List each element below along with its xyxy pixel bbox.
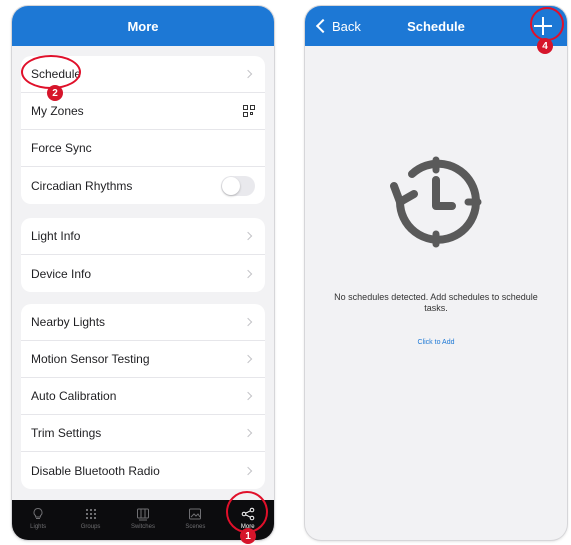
menu-item-label: Light Info — [31, 229, 81, 243]
chevron-right-icon — [243, 317, 253, 327]
page-title: More — [127, 18, 159, 34]
menu-item-label: Circadian Rhythms — [31, 178, 133, 193]
menu-item-nearby-lights[interactable]: Nearby Lights — [21, 304, 265, 341]
tab-label: Switches — [130, 523, 155, 530]
tab-label: Scenes — [185, 523, 206, 530]
menu-item-label: Device Info — [31, 266, 92, 281]
chevron-right-icon — [243, 391, 253, 401]
menu-item-force-sync[interactable]: Force Sync — [21, 130, 265, 167]
chevron-right-icon — [243, 428, 253, 438]
settings-group-2: Light Info Device Info — [21, 218, 265, 292]
annotation-ring-schedule — [21, 55, 81, 89]
settings-group-3: Nearby Lights Motion Sensor Testing Auto… — [21, 304, 265, 489]
chevron-right-icon — [243, 269, 253, 278]
back-label: Back — [332, 18, 361, 34]
chevron-right-icon — [243, 69, 253, 79]
annotation-ring-add — [530, 7, 564, 41]
chevron-left-icon — [315, 18, 331, 34]
annotation-badge-1: 1 — [240, 528, 256, 544]
menu-item-motion-sensor-testing[interactable]: Motion Sensor Testing — [21, 341, 265, 378]
tab-switches[interactable]: Switches — [120, 507, 166, 530]
menu-item-label: My Zones — [31, 104, 84, 118]
header-bar: More — [12, 6, 274, 46]
chevron-right-icon — [243, 466, 253, 475]
schedule-screen: Back Schedule No schedules detected. Add… — [305, 6, 567, 540]
tab-lights[interactable]: Lights — [15, 507, 61, 530]
tab-label: Lights — [30, 523, 47, 530]
scenes-icon — [189, 508, 202, 519]
menu-item-circadian-rhythms: Circadian Rhythms — [21, 167, 265, 204]
menu-item-label: Trim Settings — [31, 426, 102, 440]
tab-scenes[interactable]: Scenes — [172, 507, 218, 530]
qr-code-icon[interactable] — [243, 105, 255, 117]
menu-item-label: Nearby Lights — [31, 315, 106, 329]
menu-item-light-info[interactable]: Light Info — [21, 218, 265, 255]
circadian-toggle[interactable] — [221, 175, 255, 196]
tab-groups[interactable]: Groups — [68, 507, 114, 530]
chevron-right-icon — [243, 354, 253, 364]
menu-item-trim-settings[interactable]: Trim Settings — [21, 415, 265, 452]
click-to-add-link[interactable]: Click to Add — [305, 339, 567, 346]
menu-item-auto-calibration[interactable]: Auto Calibration — [21, 378, 265, 415]
menu-item-label: Auto Calibration — [31, 389, 117, 403]
bulb-icon — [33, 507, 43, 519]
page-title: Schedule — [407, 18, 465, 34]
groups-icon — [85, 508, 96, 519]
back-button[interactable]: Back — [315, 6, 361, 46]
menu-item-disable-bluetooth-radio[interactable]: Disable Bluetooth Radio — [21, 452, 265, 489]
header-bar: Back Schedule — [305, 6, 567, 46]
annotation-badge-4: 4 — [537, 38, 553, 54]
empty-message: No schedules detected. Add schedules to … — [334, 292, 538, 313]
empty-state: No schedules detected. Add schedules to … — [305, 46, 567, 540]
switches-icon — [136, 508, 149, 520]
chevron-right-icon — [243, 231, 253, 241]
tab-label: Groups — [80, 523, 101, 530]
menu-item-label: Disable Bluetooth Radio — [31, 463, 160, 478]
menu-item-label: Motion Sensor Testing — [31, 352, 150, 366]
clock-refresh-icon — [390, 156, 482, 248]
annotation-ring-more — [226, 491, 268, 533]
menu-item-label: Force Sync — [31, 141, 92, 155]
annotation-badge-2: 2 — [47, 85, 63, 101]
menu-item-device-info[interactable]: Device Info — [21, 255, 265, 292]
